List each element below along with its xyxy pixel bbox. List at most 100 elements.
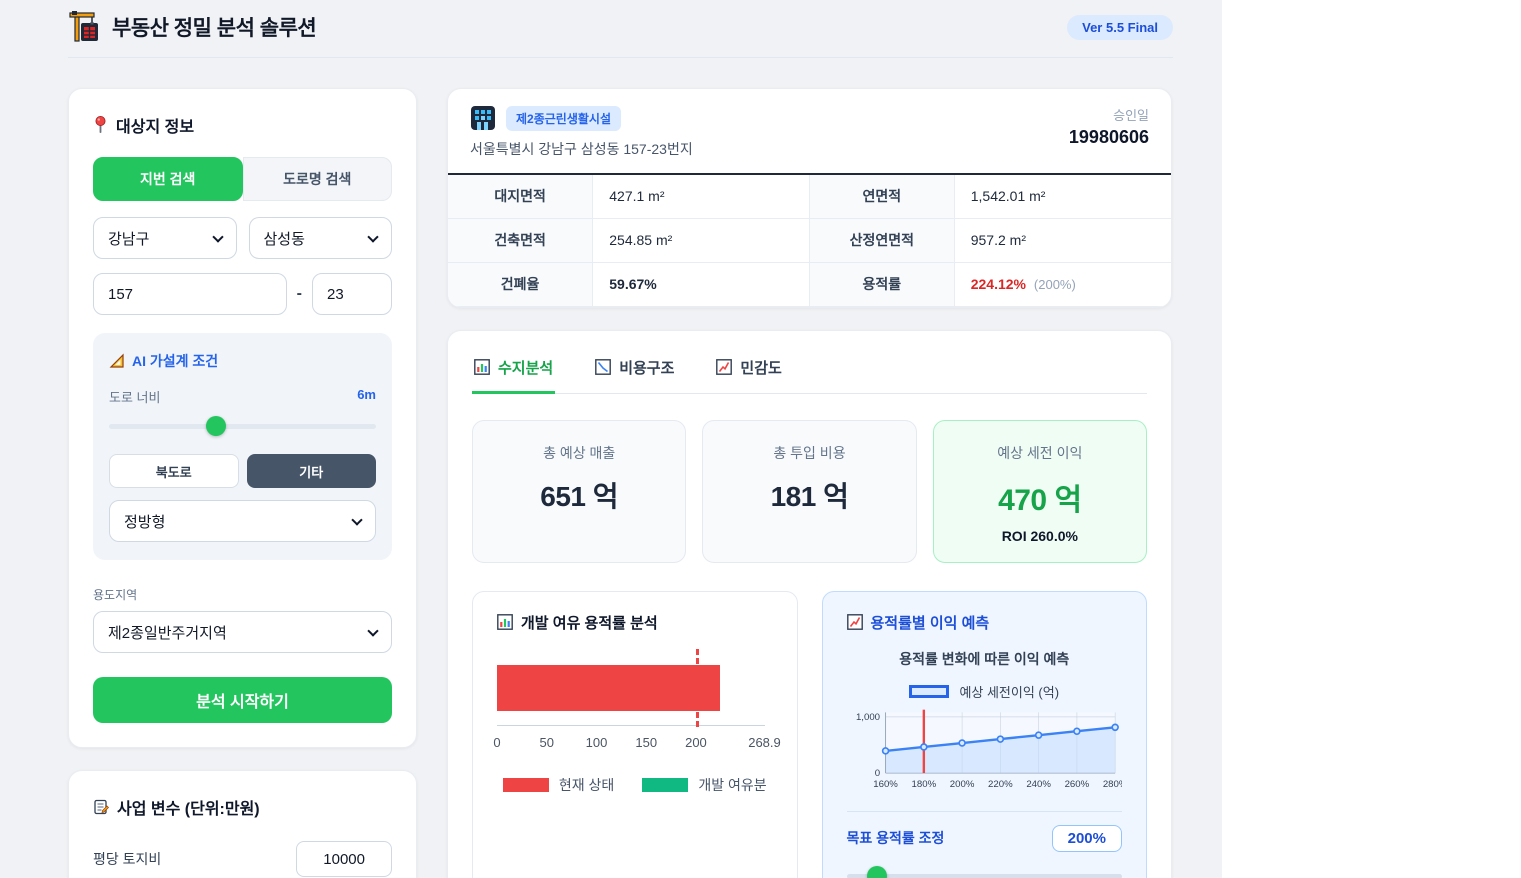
tab-label: 수지분석: [498, 357, 553, 378]
axis-tick: 150: [635, 735, 657, 750]
target-far-thumb[interactable]: [867, 866, 887, 878]
stat-roi: ROI 260.0%: [942, 528, 1138, 544]
svg-text:280%: 280%: [1102, 778, 1122, 789]
land-price-input[interactable]: [296, 841, 392, 877]
metric-value: 427.1 m²: [593, 174, 810, 218]
svg-text:180%: 180%: [911, 778, 936, 789]
analyze-button[interactable]: 분석 시작하기: [93, 677, 392, 723]
metric-label: 산정연면적: [809, 218, 954, 262]
target-far-slider[interactable]: [847, 866, 1123, 878]
axis-tick: 268.9: [748, 735, 781, 750]
metric-value: 59.67%: [593, 262, 810, 306]
far-axis-line: [497, 725, 765, 726]
up-trend-icon: [716, 359, 732, 375]
legend-swatch: [642, 778, 688, 792]
table-row: 건축면적 254.85 m² 산정연면적 957.2 m²: [448, 218, 1171, 262]
triangle-ruler-icon: [109, 353, 125, 369]
road-width-label: 도로 너비: [109, 387, 160, 406]
svg-text:260%: 260%: [1064, 778, 1089, 789]
tab-cost-structure[interactable]: 비용구조: [593, 351, 676, 394]
ai-design-panel: AI 가설계 조건 도로 너비 6m 북도로 기타: [93, 333, 392, 560]
road-width-slider[interactable]: [109, 416, 376, 436]
far-limit-line: [696, 649, 699, 727]
stat-cost: 총 투입 비용 181 억: [702, 420, 916, 563]
zone-select[interactable]: 제2종일반주거지역: [93, 611, 392, 653]
legend-swatch: [909, 685, 949, 698]
metric-value: 957.2 m²: [954, 218, 1171, 262]
tab-road-search[interactable]: 도로명 검색: [243, 157, 393, 201]
building-metrics-table: 대지면적 427.1 m² 연면적 1,542.01 m² 건축면적 254.8…: [448, 173, 1171, 307]
stat-label: 총 예상 매출: [481, 443, 677, 463]
target-far-value: 200%: [1052, 825, 1122, 852]
analysis-card: 수지분석 비용구조: [447, 330, 1172, 878]
metric-label: 건폐율: [448, 262, 593, 306]
svg-text:240%: 240%: [1026, 778, 1051, 789]
target-far-track[interactable]: [847, 874, 1123, 878]
building-icon: [470, 105, 496, 131]
axis-tick: 50: [540, 735, 554, 750]
tab-jibun-search[interactable]: 지번 검색: [93, 157, 243, 201]
far-axis: 050100150200268.9: [497, 735, 765, 753]
zone-value: 제2종일반주거지역: [108, 622, 227, 643]
divider: [847, 811, 1123, 812]
shape-select[interactable]: 정방형: [109, 500, 376, 542]
lot-sub-input[interactable]: [312, 273, 392, 315]
target-far-label: 목표 용적률 조정: [847, 828, 945, 848]
lot-main-input[interactable]: [93, 273, 287, 315]
legend-label: 예상 세전이익 (억): [959, 682, 1059, 701]
building-type-badge: 제2종근린생활시설: [506, 106, 621, 131]
road-width-track[interactable]: [109, 424, 376, 429]
road-width-value: 6m: [357, 387, 376, 406]
analysis-tabs: 수지분석 비용구조: [472, 351, 1147, 394]
svg-text:0: 0: [874, 768, 879, 779]
north-road-button[interactable]: 북도로: [109, 454, 239, 488]
svg-text:160%: 160%: [873, 778, 898, 789]
shape-value: 정방형: [124, 511, 165, 532]
metric-label: 연면적: [809, 174, 954, 218]
app-header: 부동산 정밀 분석 솔루션 Ver 5.5 Final: [68, 0, 1173, 58]
site-info-title: 대상지 정보: [116, 113, 194, 137]
svg-text:220%: 220%: [988, 778, 1013, 789]
down-trend-icon: [595, 359, 611, 375]
stat-value: 181 억: [711, 475, 907, 515]
far-value: 224.12%: [971, 276, 1026, 292]
variable-row: 평당 토지비: [93, 841, 392, 877]
far-bar-chart: [497, 657, 765, 719]
table-row: 건폐율 59.67% 용적률 224.12% (200%): [448, 262, 1171, 306]
ai-panel-title: AI 가설계 조건: [132, 351, 218, 371]
profit-line-chart: 01,000160%180%200%220%240%260%280%: [847, 703, 1123, 799]
far-chart-card: 개발 여유 용적률 분석 050100150200268.9 현재 상태개발 여…: [472, 591, 798, 878]
memo-icon: [93, 799, 109, 815]
metric-value: 254.85 m²: [593, 218, 810, 262]
table-row: 대지면적 427.1 m² 연면적 1,542.01 m²: [448, 174, 1171, 218]
profit-chart-title: 용적률별 이익 예측: [871, 612, 990, 633]
svg-text:200%: 200%: [949, 778, 974, 789]
etc-button[interactable]: 기타: [247, 454, 377, 488]
building-info-card: 제2종근린생활시설 서울특별시 강남구 삼성동 157-23번지 승인일 199…: [447, 88, 1172, 308]
axis-tick: 100: [586, 735, 608, 750]
tab-profit-analysis[interactable]: 수지분석: [472, 351, 555, 394]
district-select[interactable]: 강남구: [93, 217, 237, 259]
dong-select[interactable]: 삼성동: [249, 217, 393, 259]
profit-line-legend: 예상 세전이익 (억): [847, 682, 1123, 701]
metric-value: 1,542.01 m²: [954, 174, 1171, 218]
version-badge: Ver 5.5 Final: [1067, 15, 1173, 40]
legend-item: 현재 상태: [503, 775, 614, 795]
far-legend: 현재 상태개발 여유분: [497, 775, 773, 795]
tab-label: 비용구조: [619, 357, 674, 378]
far-limit-note: (200%): [1034, 277, 1076, 292]
stat-value: 651 억: [481, 475, 677, 515]
approval-date-label: 승인일: [1069, 105, 1149, 124]
chevron-down-icon: [212, 231, 223, 242]
stat-label: 예상 세전 이익: [942, 443, 1138, 463]
tab-sensitivity[interactable]: 민감도: [714, 351, 783, 394]
profit-chart-subtitle: 용적률 변화에 따른 이익 예측: [847, 649, 1123, 669]
stat-label: 총 투입 비용: [711, 443, 907, 463]
profit-chart-card: 용적률별 이익 예측 용적률 변화에 따른 이익 예측 예상 세전이익 (억) …: [822, 591, 1148, 878]
road-width-thumb[interactable]: [206, 416, 226, 436]
variables-title: 사업 변수 (단위:만원): [117, 795, 260, 819]
axis-tick: 200: [685, 735, 707, 750]
search-mode-tabs: 지번 검색 도로명 검색: [93, 157, 392, 201]
bar-chart-icon: [497, 614, 513, 630]
crane-logo-icon: [68, 10, 102, 44]
